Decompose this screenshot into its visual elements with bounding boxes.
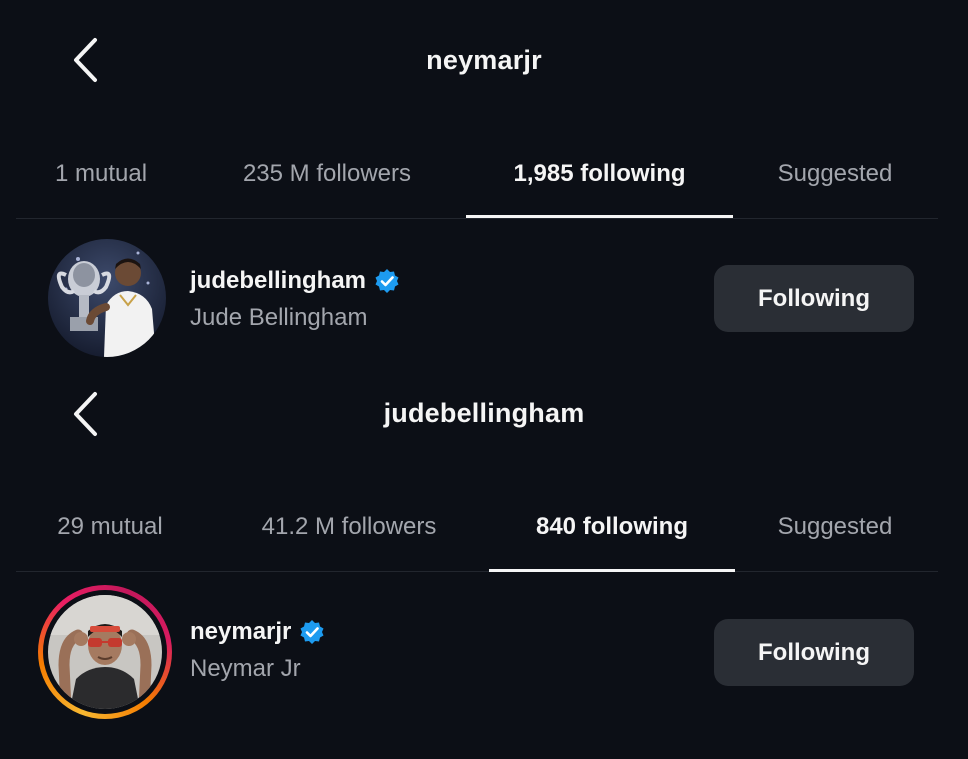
avatar[interactable] — [48, 239, 166, 357]
following-button[interactable]: Following — [714, 265, 914, 332]
page-title: judebellingham — [383, 398, 585, 428]
following-button[interactable]: Following — [714, 619, 914, 686]
tab-following[interactable]: 840 following — [510, 498, 714, 558]
verified-badge-icon — [300, 620, 324, 644]
avatar — [48, 595, 162, 709]
tab-followers[interactable]: 235 M followers — [220, 145, 434, 205]
verified-badge-icon — [375, 269, 399, 293]
full-name: Neymar Jr — [190, 655, 301, 682]
avatar-photo — [48, 239, 166, 357]
username-link[interactable]: judebellingham — [190, 267, 400, 295]
story-ring[interactable] — [38, 585, 172, 719]
tab-suggested[interactable]: Suggested — [760, 498, 910, 558]
tab-suggested[interactable]: Suggested — [760, 145, 910, 205]
page-title: neymarjr — [426, 45, 542, 75]
tabs-divider — [16, 218, 938, 219]
following-screen-neymarjr: neymarjr 1 mutual 235 M followers 1,985 … — [0, 0, 968, 375]
avatar-photo — [48, 595, 162, 709]
user-row[interactable]: neymarjr Neymar Jr Following — [0, 581, 968, 719]
active-tab-indicator — [489, 569, 735, 572]
tabs-divider — [16, 571, 938, 572]
tab-bar: 1 mutual 235 M followers 1,985 following… — [0, 145, 968, 205]
full-name: Jude Bellingham — [190, 304, 368, 331]
tab-bar: 29 mutual 41.2 M followers 840 following… — [0, 498, 968, 558]
tab-mutual[interactable]: 1 mutual — [40, 145, 162, 205]
username-text: neymarjr — [190, 618, 292, 645]
username-text: judebellingham — [190, 267, 367, 294]
username-link[interactable]: neymarjr — [190, 618, 325, 646]
user-row[interactable]: judebellingham Jude Bellingham Following — [0, 234, 968, 364]
tab-following[interactable]: 1,985 following — [480, 145, 719, 205]
tab-followers[interactable]: 41.2 M followers — [240, 498, 458, 558]
active-tab-indicator — [466, 215, 733, 218]
following-screen-judebellingham: judebellingham 29 mutual 41.2 M follower… — [0, 375, 968, 759]
tab-mutual[interactable]: 29 mutual — [40, 498, 180, 558]
